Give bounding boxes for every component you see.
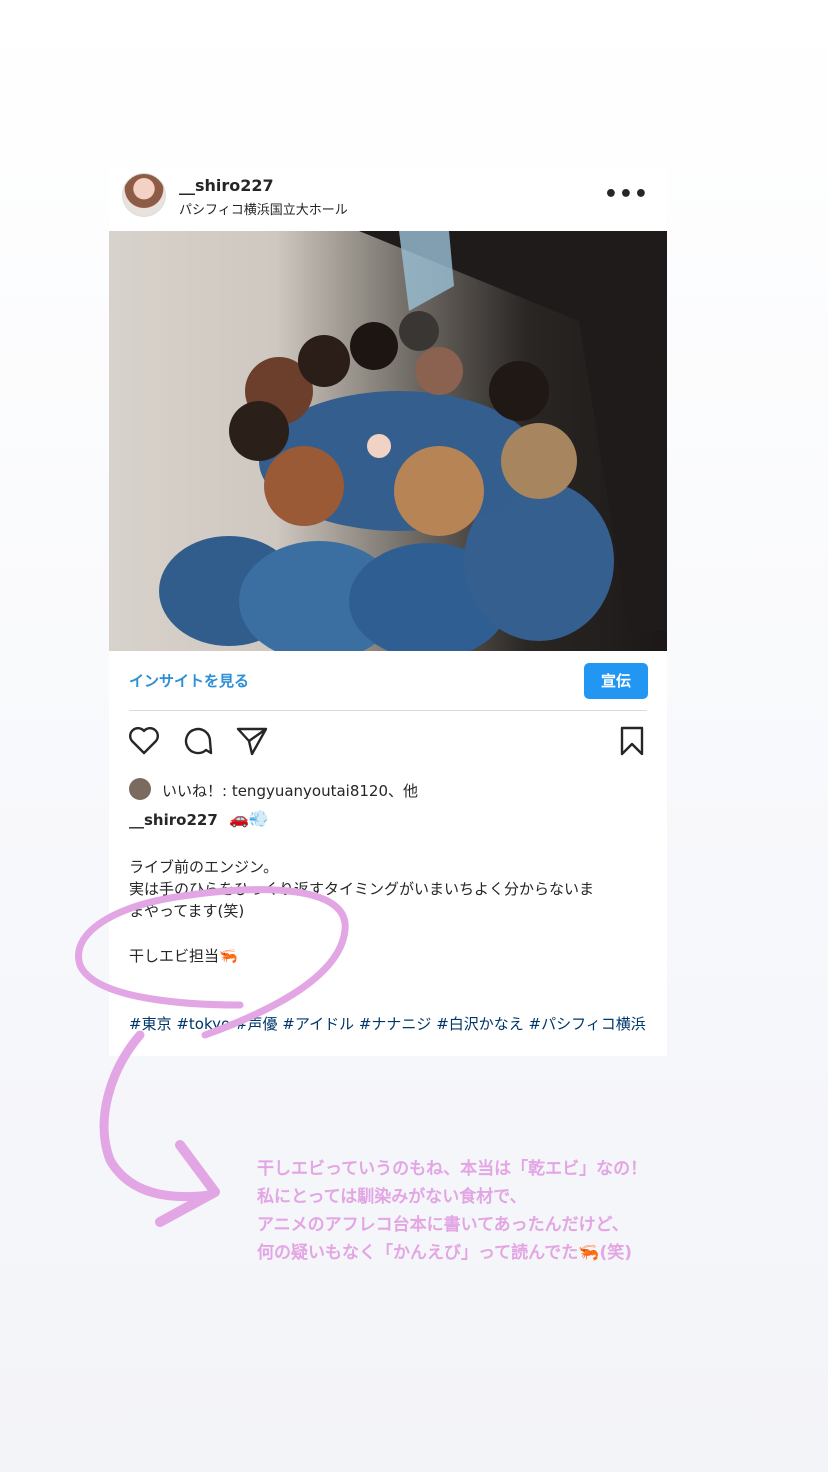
post-photo[interactable] (109, 231, 667, 651)
bookmark-icon[interactable] (615, 724, 649, 758)
heart-icon[interactable] (127, 724, 161, 758)
share-icon[interactable] (235, 724, 269, 758)
caption-username[interactable]: __shiro227 (129, 811, 218, 829)
username[interactable]: __shiro227 (179, 176, 274, 195)
more-horizontal-icon[interactable]: ••• (604, 182, 649, 207)
note-line: アニメのアフレコ台本に書いてあったんだけど、 (257, 1215, 629, 1235)
caption-emoji: 🚗💨 (229, 809, 269, 828)
post-header: __shiro227 パシフィコ横浜国立大ホール ••• (109, 168, 667, 231)
caption-text: ライブ前のエンジン。 実は手のひらをひっくり返すタイミングがいまいちよく分からな… (129, 856, 649, 922)
hashtags[interactable]: #東京 #tokyo #声優 #アイドル #ナナニジ #白沢かなえ #パシフィコ… (129, 1013, 649, 1035)
instagram-post: __shiro227 パシフィコ横浜国立大ホール ••• インサイトを見る 宣伝… (109, 168, 667, 1056)
note-line: 何の疑いもなく「かんえび」って読んでた🦐(笑) (257, 1243, 633, 1263)
insights-row: インサイトを見る 宣伝 (109, 651, 667, 711)
location[interactable]: パシフィコ横浜国立大ホール (179, 199, 348, 218)
liker-avatar (129, 778, 151, 800)
likes-text: いいね！: tengyuanyoutai8120、他 (162, 782, 419, 800)
view-insights-link[interactable]: インサイトを見る (129, 670, 249, 691)
avatar[interactable] (122, 173, 166, 217)
caption-line: 実は手のひらをひっくり返すタイミングがいまいちよく分からないま (129, 880, 595, 898)
divider (129, 710, 647, 711)
comment-icon[interactable] (181, 724, 215, 758)
note-line: 私にとっては馴染みがない食材で、 (257, 1187, 527, 1207)
caption-line: まやってます(笑) (129, 902, 245, 920)
story-note: 干しエビっていうのもね、本当は「乾エビ」なの！ 私にとっては馴染みがない食材で、… (257, 1155, 817, 1267)
promote-button[interactable]: 宣伝 (584, 663, 648, 699)
caption-shrimp-line: 干しエビ担当🦐 (129, 947, 238, 965)
photo-illustration (159, 231, 667, 651)
note-line: 干しエビっていうのもね、本当は「乾エビ」なの！ (257, 1159, 648, 1179)
caption-line: ライブ前のエンジン。 (129, 858, 279, 876)
action-bar (109, 724, 667, 764)
